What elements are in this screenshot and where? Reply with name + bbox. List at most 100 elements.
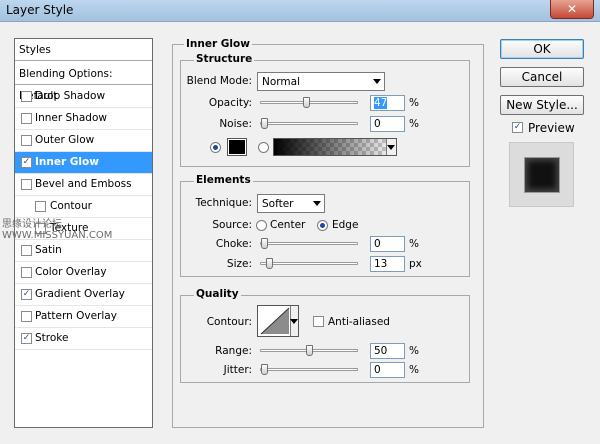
style-item-label: Stroke xyxy=(35,332,69,344)
style-item-label: Pattern Overlay xyxy=(35,310,117,322)
noise-input[interactable]: 0 xyxy=(370,116,405,132)
style-item-label: Gradient Overlay xyxy=(35,288,125,300)
watermark: 思缘设计论坛 WWW.MISSYUAN.COM xyxy=(2,219,113,241)
gradient-dropdown[interactable] xyxy=(386,139,396,155)
source-label: Source: xyxy=(212,219,252,231)
technique-label: Technique: xyxy=(195,197,252,209)
jitter-unit: % xyxy=(409,364,419,376)
opacity-input[interactable]: 47 xyxy=(370,95,405,111)
style-item-pattern-overlay[interactable]: Pattern Overlay xyxy=(15,306,152,328)
contour-picker[interactable] xyxy=(257,305,299,337)
title-bar[interactable] xyxy=(0,0,600,22)
chevron-down-icon xyxy=(387,145,395,150)
style-item-inner-glow[interactable]: ✓ Inner Glow xyxy=(15,152,152,174)
source-center-radio[interactable] xyxy=(256,220,267,231)
choke-slider-thumb[interactable] xyxy=(261,238,268,249)
preview-swatch xyxy=(525,158,559,192)
contour-curve-icon xyxy=(260,307,290,335)
ok-button[interactable]: OK xyxy=(500,39,584,59)
styles-header[interactable]: Styles xyxy=(15,39,152,61)
style-item-label: Satin xyxy=(35,244,62,256)
range-label: Range: xyxy=(215,345,252,357)
contour-label: Contour: xyxy=(206,316,252,328)
new-style-button[interactable]: New Style... xyxy=(500,95,584,115)
blend-mode-select[interactable]: Normal xyxy=(257,72,385,91)
anti-aliased-label: Anti-aliased xyxy=(328,316,390,328)
style-item-checkbox[interactable] xyxy=(35,201,46,212)
panel-title: Inner Glow xyxy=(184,38,252,50)
style-item-satin[interactable]: Satin xyxy=(15,240,152,262)
style-item-checkbox[interactable] xyxy=(21,245,32,256)
technique-select[interactable]: Softer xyxy=(257,194,325,213)
range-slider[interactable] xyxy=(260,345,358,356)
range-input[interactable]: 50 xyxy=(370,343,405,359)
style-item-inner-shadow[interactable]: Inner Shadow xyxy=(15,108,152,130)
style-item-checkbox[interactable]: ✓ xyxy=(21,333,32,344)
noise-slider[interactable] xyxy=(260,118,358,129)
style-item-label: Outer Glow xyxy=(35,134,95,146)
style-preview-thumbnail xyxy=(509,142,574,207)
glow-color-swatch[interactable] xyxy=(227,138,247,156)
size-slider[interactable] xyxy=(260,258,358,269)
choke-unit: % xyxy=(409,238,419,250)
style-item-label: Bevel and Emboss xyxy=(35,178,132,190)
noise-unit: % xyxy=(409,118,419,130)
style-item-drop-shadow[interactable]: Drop Shadow xyxy=(15,86,152,108)
opacity-label: Opacity: xyxy=(208,97,252,109)
size-label: Size: xyxy=(226,258,252,270)
cancel-button[interactable]: Cancel xyxy=(500,67,584,87)
opacity-slider[interactable] xyxy=(260,97,358,108)
style-item-checkbox[interactable] xyxy=(21,113,32,124)
close-button[interactable]: ✕ xyxy=(550,0,594,19)
style-item-checkbox[interactable] xyxy=(21,135,32,146)
anti-aliased-checkbox[interactable] xyxy=(313,316,324,327)
chevron-down-icon xyxy=(290,319,298,324)
style-item-checkbox[interactable] xyxy=(21,179,32,190)
opacity-slider-thumb[interactable] xyxy=(303,97,310,108)
chevron-down-icon xyxy=(373,79,381,84)
window-title: Layer Style xyxy=(6,3,74,17)
preview-checkbox[interactable]: ✓ xyxy=(512,122,523,133)
style-item-bevel-and-emboss[interactable]: Bevel and Emboss xyxy=(15,174,152,196)
range-slider-thumb[interactable] xyxy=(306,345,313,356)
size-slider-thumb[interactable] xyxy=(266,258,273,269)
opacity-unit: % xyxy=(409,97,419,109)
source-edge-radio[interactable] xyxy=(317,220,328,231)
style-item-color-overlay[interactable]: Color Overlay xyxy=(15,262,152,284)
style-item-label: Inner Shadow xyxy=(35,112,107,124)
style-item-stroke[interactable]: ✓ Stroke xyxy=(15,328,152,350)
source-center-label: Center xyxy=(270,219,306,231)
style-item-label: Color Overlay xyxy=(35,266,107,278)
quality-title: Quality xyxy=(194,288,241,300)
style-item-label: Drop Shadow xyxy=(35,90,106,102)
choke-slider[interactable] xyxy=(260,238,358,249)
style-item-checkbox[interactable]: ✓ xyxy=(21,157,32,168)
contour-dropdown[interactable] xyxy=(290,306,298,336)
style-item-checkbox[interactable] xyxy=(21,267,32,278)
gradient-picker[interactable] xyxy=(273,138,397,156)
style-item-checkbox[interactable]: ✓ xyxy=(21,289,32,300)
jitter-slider[interactable] xyxy=(260,364,358,375)
jitter-input[interactable]: 0 xyxy=(370,362,405,378)
preview-label: Preview xyxy=(528,121,575,135)
solid-color-radio[interactable] xyxy=(210,142,221,153)
range-unit: % xyxy=(409,345,419,357)
choke-input[interactable]: 0 xyxy=(370,236,405,252)
noise-slider-thumb[interactable] xyxy=(261,118,268,129)
style-item-outer-glow[interactable]: Outer Glow xyxy=(15,130,152,152)
jitter-slider-thumb[interactable] xyxy=(261,364,268,375)
style-item-gradient-overlay[interactable]: ✓ Gradient Overlay xyxy=(15,284,152,306)
style-item-label: Inner Glow xyxy=(35,156,99,168)
style-item-checkbox[interactable] xyxy=(21,311,32,322)
style-item-checkbox[interactable] xyxy=(21,91,32,102)
elements-title: Elements xyxy=(194,174,253,186)
source-edge-label: Edge xyxy=(332,219,359,231)
gradient-radio[interactable] xyxy=(258,142,269,153)
chevron-down-icon xyxy=(313,201,321,206)
structure-title: Structure xyxy=(194,53,255,65)
jitter-label: Jitter: xyxy=(223,364,252,376)
blending-options-item[interactable]: Blending Options: Default xyxy=(15,63,152,102)
noise-label: Noise: xyxy=(219,118,252,130)
size-input[interactable]: 13 xyxy=(370,256,405,272)
blend-mode-label: Blend Mode: xyxy=(186,75,252,87)
